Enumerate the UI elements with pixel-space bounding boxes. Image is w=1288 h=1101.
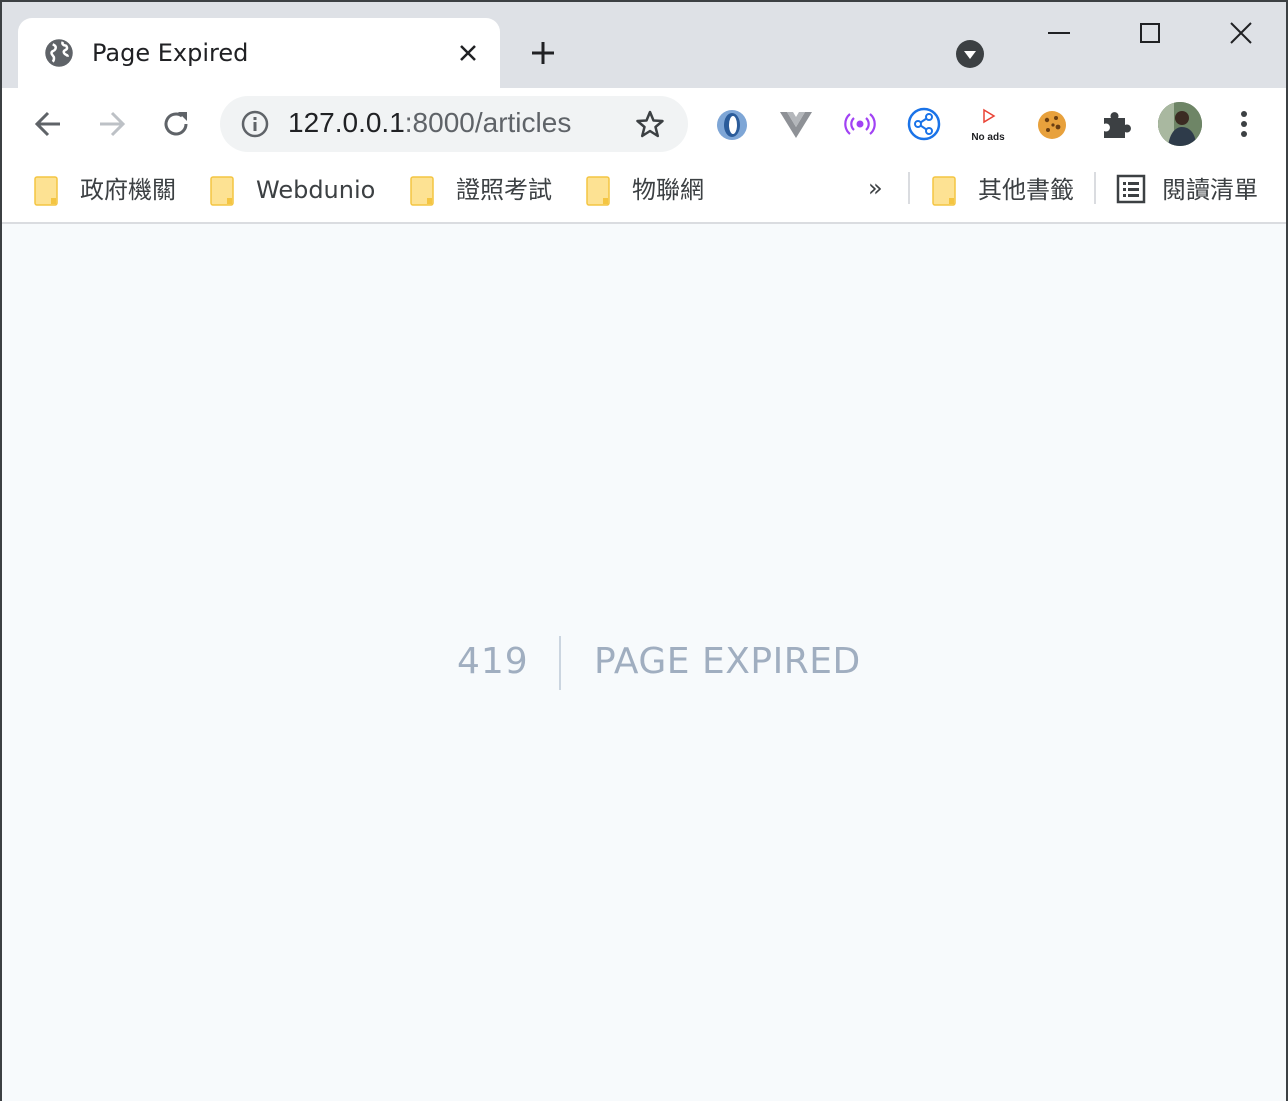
other-bookmarks-folder[interactable]: 其他書籤 <box>932 172 1082 208</box>
reading-list-icon <box>1116 174 1146 204</box>
share-icon[interactable] <box>906 104 942 144</box>
reload-button[interactable] <box>156 104 196 144</box>
bookmarks-overflow-button[interactable]: » <box>868 174 883 202</box>
back-button[interactable] <box>28 104 68 144</box>
bookmark-folder[interactable]: 物聯網 <box>586 172 716 208</box>
folder-icon <box>34 176 60 206</box>
folder-icon <box>932 176 958 206</box>
more-menu-icon[interactable] <box>1228 106 1260 142</box>
error-container: 419 PAGE EXPIRED <box>2 224 1286 1101</box>
bookmark-label: Webdunio <box>256 176 376 204</box>
globe-icon <box>44 38 74 68</box>
address-bar[interactable]: 127.0.0.1:8000/articles <box>220 96 688 152</box>
url-path: :8000/articles <box>404 107 572 138</box>
no-ads-label: No ads <box>971 132 1005 143</box>
reading-list-button[interactable]: 閱讀清單 <box>1116 172 1276 208</box>
error-message: PAGE EXPIRED <box>594 641 861 682</box>
bookmark-label: 證照考試 <box>456 176 552 204</box>
other-bookmarks-label: 其他書籤 <box>978 176 1074 204</box>
window-close-button[interactable] <box>1224 16 1258 50</box>
bookmark-folder[interactable]: 證照考試 <box>410 172 560 208</box>
tab-strip: Page Expired <box>2 2 1286 88</box>
folder-icon <box>210 176 236 206</box>
new-tab-button[interactable] <box>526 36 560 70</box>
maximize-button[interactable] <box>1133 16 1167 50</box>
toolbar: 127.0.0.1:8000/articles No ads <box>2 88 1286 160</box>
vue-devtools-icon[interactable] <box>778 104 814 144</box>
no-ads-icon[interactable]: No ads <box>968 104 1008 144</box>
bookmark-folder[interactable]: 政府機關 <box>34 172 184 208</box>
star-icon[interactable] <box>634 108 666 140</box>
folder-icon <box>410 176 436 206</box>
tab-title: Page Expired <box>92 39 249 67</box>
bookmark-label: 政府機關 <box>80 176 176 204</box>
minimize-button[interactable] <box>1042 16 1076 50</box>
folder-icon <box>586 176 612 206</box>
url-text[interactable]: 127.0.0.1:8000/articles <box>288 106 571 140</box>
forward-button[interactable] <box>92 104 132 144</box>
avatar[interactable] <box>1158 102 1202 146</box>
puzzle-extensions-icon[interactable] <box>1098 104 1134 144</box>
bookmarks-bar: 政府機關 Webdunio 證照考試 物聯網 » 其他書籤 閱讀清單 <box>2 160 1286 224</box>
tab-page-expired[interactable]: Page Expired <box>18 18 500 88</box>
broadcast-icon[interactable] <box>842 104 878 144</box>
json-viewer-icon[interactable] <box>714 104 750 144</box>
error-code: 419 <box>457 641 529 682</box>
cookie-icon[interactable] <box>1034 104 1070 144</box>
reading-list-label: 閱讀清單 <box>1162 176 1258 204</box>
browser-window: Page Expired 127.0.0.1:8000/articles No … <box>0 0 1288 1101</box>
url-host: 127.0.0.1 <box>288 107 405 138</box>
error-divider <box>559 636 561 690</box>
close-icon[interactable] <box>454 39 482 67</box>
bookmark-separator <box>908 172 910 204</box>
bookmark-separator <box>1094 172 1096 204</box>
tab-search-button[interactable] <box>954 38 986 70</box>
bookmark-label: 物聯網 <box>632 176 704 204</box>
page-content: 419 PAGE EXPIRED <box>2 224 1286 1101</box>
bookmark-folder[interactable]: Webdunio <box>210 172 386 208</box>
info-icon[interactable] <box>240 109 270 139</box>
